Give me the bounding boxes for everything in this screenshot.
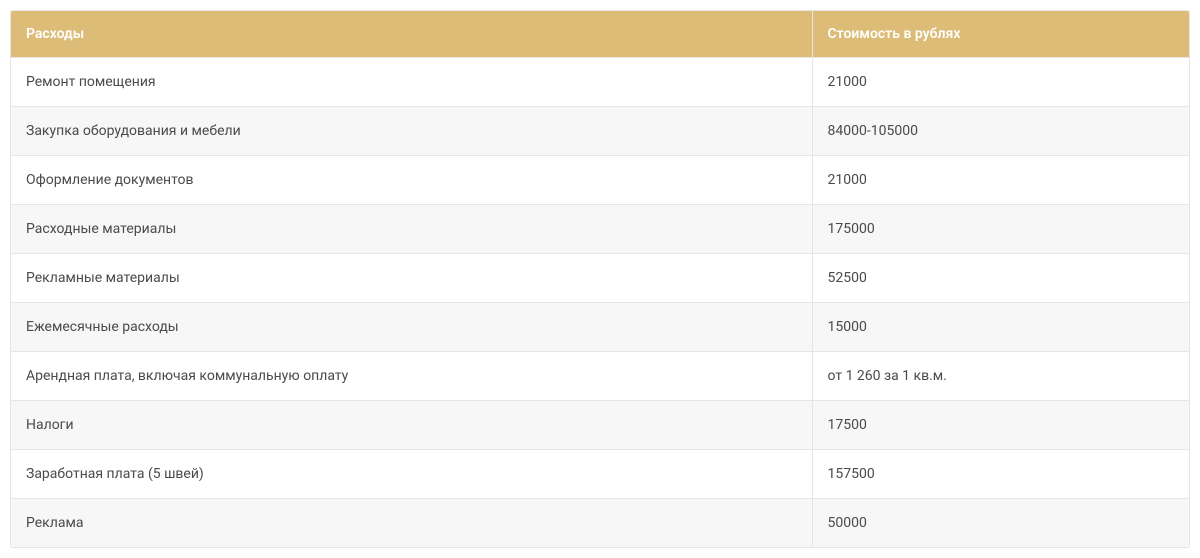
header-expense: Расходы [11, 11, 812, 58]
cell-cost: 50000 [812, 499, 1189, 548]
table-row: Рекламные материалы 52500 [11, 254, 1189, 303]
table-row: Арендная плата, включая коммунальную опл… [11, 352, 1189, 401]
cell-expense: Оформление документов [11, 156, 812, 205]
cell-expense: Расходные материалы [11, 205, 812, 254]
cell-expense: Реклама [11, 499, 812, 548]
cell-cost: 21000 [812, 58, 1189, 107]
cell-expense: Заработная плата (5 швей) [11, 450, 812, 499]
cell-expense: Закупка оборудования и мебели [11, 107, 812, 156]
cell-cost: 15000 [812, 303, 1189, 352]
table-header-row: Расходы Стоимость в рублях [11, 11, 1189, 58]
cell-expense: Ремонт помещения [11, 58, 812, 107]
cell-cost: 157500 [812, 450, 1189, 499]
table-row: Налоги 17500 [11, 401, 1189, 450]
cell-expense: Арендная плата, включая коммунальную опл… [11, 352, 812, 401]
cell-cost: 17500 [812, 401, 1189, 450]
table-row: Оформление документов 21000 [11, 156, 1189, 205]
cell-cost: от 1 260 за 1 кв.м. [812, 352, 1189, 401]
cell-cost: 52500 [812, 254, 1189, 303]
table-row: Ежемесячные расходы 15000 [11, 303, 1189, 352]
table-row: Реклама 50000 [11, 499, 1189, 548]
table-row: Закупка оборудования и мебели 84000-1050… [11, 107, 1189, 156]
cell-cost: 21000 [812, 156, 1189, 205]
expenses-table: Расходы Стоимость в рублях Ремонт помеще… [11, 11, 1189, 547]
table-row: Заработная плата (5 швей) 157500 [11, 450, 1189, 499]
expenses-table-container: Расходы Стоимость в рублях Ремонт помеще… [10, 10, 1190, 548]
table-row: Ремонт помещения 21000 [11, 58, 1189, 107]
table-row: Расходные материалы 175000 [11, 205, 1189, 254]
cell-cost: 175000 [812, 205, 1189, 254]
cell-expense: Налоги [11, 401, 812, 450]
header-cost: Стоимость в рублях [812, 11, 1189, 58]
cell-cost: 84000-105000 [812, 107, 1189, 156]
cell-expense: Рекламные материалы [11, 254, 812, 303]
cell-expense: Ежемесячные расходы [11, 303, 812, 352]
